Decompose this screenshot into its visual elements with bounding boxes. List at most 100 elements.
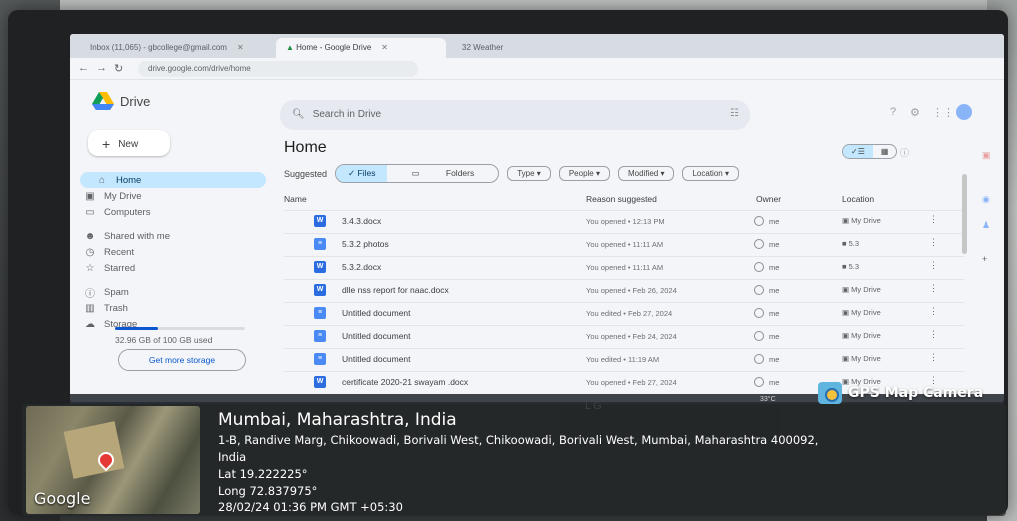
tab-gmail[interactable]: Inbox (11,065) - gbcollege@gmail.com ✕ (80, 38, 270, 58)
sidebar-item-spam[interactable]: ⓘ Spam (84, 284, 129, 300)
more-actions-icon[interactable]: ⋮ (929, 352, 938, 363)
folders-label: Folders (445, 168, 475, 178)
file-name: 5.3.2 photos (342, 239, 389, 249)
location-cell: ▣ My Drive (842, 331, 881, 340)
owner-avatar-icon (754, 377, 764, 387)
location-cell: ■ 5.3 (842, 239, 859, 248)
view-toggle: ✓☰ ▦ (842, 144, 898, 159)
settings-icon[interactable]: ⚙ (910, 106, 920, 119)
more-actions-icon[interactable]: ⋮ (929, 329, 938, 340)
close-icon[interactable]: ✕ (237, 43, 244, 52)
location-cell: ▣ My Drive (842, 308, 881, 317)
reason-suggested: You opened • 11:11 AM (586, 263, 664, 272)
tab-drive[interactable]: ▲ Home - Google Drive ✕ (276, 38, 446, 58)
address-bar[interactable]: drive.google.com/drive/home (138, 61, 418, 77)
location-name: 5.3 (848, 239, 860, 248)
scrollbar[interactable] (962, 174, 967, 254)
sidebar-item-home[interactable]: ⌂ Home (80, 172, 266, 188)
owner-avatar-icon (754, 239, 764, 249)
sidebar-item-label: Home (116, 174, 142, 186)
people-filter[interactable]: People ▾ (558, 166, 610, 181)
folder-icon: ▭ (411, 168, 422, 178)
list-view-icon[interactable]: ✓☰ (843, 145, 873, 158)
calendar-icon[interactable]: ▣ (982, 150, 994, 162)
sidebar-item-shared-with-me[interactable]: ☻ Shared with me (84, 228, 170, 244)
my-drive-icon: ▣ (842, 308, 852, 317)
filter-bar: Suggested ✓ Files ▭ Folders Type ▾ Peopl… (284, 164, 739, 183)
docs-file-icon: ≡ (314, 307, 326, 319)
owner-cell: me (754, 262, 779, 272)
reload-icon[interactable]: ↻ (114, 62, 123, 75)
location-cell: ▣ My Drive (842, 285, 881, 294)
owner-cell: me (754, 308, 779, 318)
owner-cell: me (754, 285, 779, 295)
sidebar-item-my-drive[interactable]: ▣ My Drive (84, 188, 141, 204)
back-icon[interactable]: ← (78, 62, 89, 74)
drive-logo[interactable]: Drive (92, 92, 150, 110)
location-name: My Drive (851, 285, 881, 294)
sidebar-item-label: Computers (104, 206, 151, 218)
more-actions-icon[interactable]: ⋮ (929, 283, 938, 294)
tab-label: Inbox (11,065) - gbcollege@gmail.com (90, 43, 227, 52)
weather-temp: 33°C (760, 396, 776, 403)
sidebar-item-computers[interactable]: ▭ Computers (84, 204, 150, 220)
avatar[interactable] (956, 104, 972, 120)
home-icon: ⌂ (98, 174, 106, 186)
table-row[interactable]: ≡ 5.3.2 photos You opened • 11:11 AM me ■ 5.… (284, 234, 964, 256)
more-actions-icon[interactable]: ⋮ (929, 260, 938, 271)
column-name[interactable]: Name (284, 194, 307, 204)
table-row[interactable]: ≡ Untitled document You edited • Feb 27, 2… (284, 303, 964, 325)
add-icon[interactable]: + (982, 254, 994, 266)
sidebar-item-trash[interactable]: ▥ Trash (84, 300, 128, 316)
latitude: Lat 19.222225° (218, 467, 308, 481)
storage-text: 32.96 GB of 100 GB used (115, 335, 213, 345)
column-owner: Owner (756, 194, 782, 204)
contacts-icon[interactable]: ♟ (982, 220, 994, 232)
tab-label: 32 Weather (462, 43, 504, 52)
folder-icon: ■ (842, 239, 849, 248)
location-cell: ▣ My Drive (842, 216, 881, 225)
keep-icon[interactable]: ◉ (982, 194, 994, 206)
search-options-icon[interactable]: ☷ (730, 108, 739, 119)
gps-app-name: GPS Map Camera (848, 385, 984, 401)
owner-avatar-icon (754, 262, 764, 272)
forward-icon[interactable]: → (96, 62, 107, 74)
owner-avatar-icon (754, 331, 764, 341)
table-row[interactable]: Wdlle nss report for naac.docx You opened… (284, 280, 964, 302)
type-filter[interactable]: Type ▾ (507, 166, 551, 181)
map-logo: Google (34, 489, 91, 508)
get-more-storage-button[interactable]: Get more storage (118, 349, 246, 371)
timestamp: 28/02/24 01:36 PM GMT +05:30 (218, 500, 403, 514)
sidebar-item-recent[interactable]: ◷ Recent (84, 244, 134, 260)
location-name: My Drive (851, 308, 881, 317)
sidebar-item-starred[interactable]: ☆ Starred (84, 260, 136, 276)
sidebar-item-label: Trash (104, 302, 128, 314)
close-icon[interactable]: ✕ (381, 43, 388, 52)
folders-toggle[interactable]: ▭ Folders (387, 165, 498, 182)
tab-weather[interactable]: 32 Weather (452, 38, 612, 58)
table-row[interactable]: W 3.4.3.docx You opened • 12:13 PM me ▣ My D… (284, 211, 964, 233)
file-name: 5.3.2.docx (342, 262, 382, 272)
more-actions-icon[interactable]: ⋮ (929, 214, 938, 225)
more-actions-icon[interactable]: ⋮ (929, 306, 938, 317)
owner-cell: me (754, 331, 779, 341)
location-name: My Drive (851, 216, 881, 225)
table-row[interactable]: ≡ Untitled document You edited • 11:19 AM m… (284, 349, 964, 371)
my-drive-icon: ▣ (842, 331, 852, 340)
spam-icon: ⓘ (85, 288, 95, 300)
search-icon: 🔍︎ (292, 109, 305, 120)
new-button[interactable]: + New (88, 130, 170, 156)
info-icon[interactable]: ⓘ (900, 146, 909, 159)
folder-icon: ■ (842, 262, 849, 271)
search-input[interactable]: 🔍︎ Search in Drive (280, 100, 750, 130)
modified-filter[interactable]: Modified ▾ (617, 166, 675, 181)
table-row[interactable]: ≡ Untitled document You opened • Feb 24, 2… (284, 326, 964, 348)
reason-suggested: You opened • Feb 27, 2024 (586, 378, 677, 387)
more-actions-icon[interactable]: ⋮ (929, 237, 938, 248)
apps-icon[interactable]: ⋮⋮ (932, 106, 954, 119)
location-filter[interactable]: Location ▾ (682, 166, 739, 181)
files-toggle[interactable]: ✓ Files (336, 165, 388, 182)
help-icon[interactable]: ? (890, 106, 896, 118)
grid-view-icon[interactable]: ▦ (873, 145, 897, 158)
table-row[interactable]: W 5.3.2.docx You opened • 11:11 AM me ■ 5.3 ⋮ (284, 257, 964, 279)
